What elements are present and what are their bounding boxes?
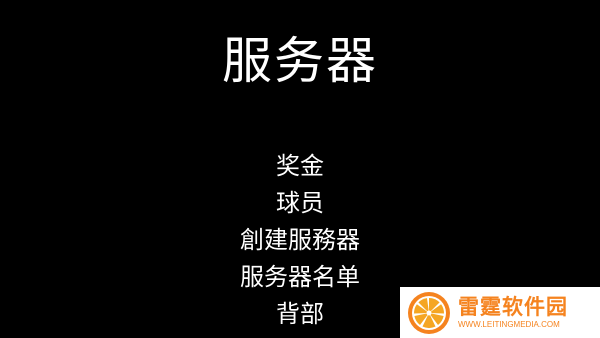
watermark-badge: 雷霆软件园 WWW.LEITINGMEDIA.COM — [400, 287, 600, 338]
orange-slice-logo-icon — [408, 291, 450, 334]
menu-item-bonus[interactable]: 奖金 — [0, 148, 600, 185]
watermark-url: WWW.LEITINGMEDIA.COM — [458, 319, 560, 329]
screen-title: 服务器 — [222, 32, 378, 90]
menu-item-create-server[interactable]: 創建服務器 — [0, 222, 600, 259]
watermark-name: 雷霆软件园 — [458, 294, 568, 319]
menu-item-players[interactable]: 球员 — [0, 185, 600, 222]
